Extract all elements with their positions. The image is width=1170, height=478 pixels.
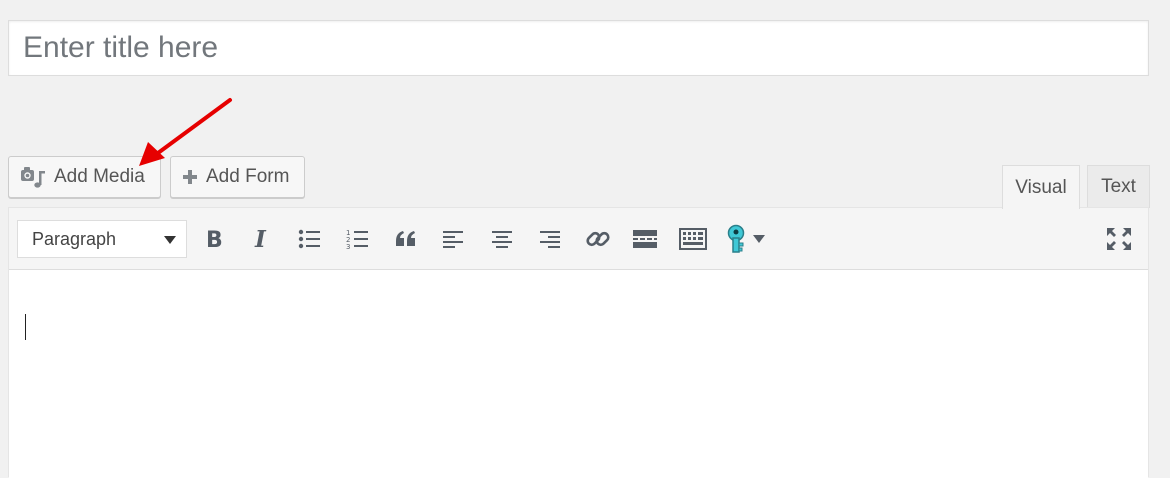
tab-text[interactable]: Text bbox=[1087, 165, 1150, 208]
title-field-wrapper bbox=[8, 20, 1149, 76]
numbered-list-icon: 1 2 3 bbox=[346, 229, 368, 250]
post-title-input[interactable] bbox=[9, 21, 1148, 75]
svg-text:I: I bbox=[254, 228, 267, 250]
add-form-button[interactable]: Add Form bbox=[170, 156, 305, 198]
add-media-icon bbox=[21, 167, 45, 188]
italic-icon: I bbox=[254, 228, 267, 250]
dropdown-arrow-icon bbox=[753, 235, 765, 243]
format-select-value: Paragraph bbox=[32, 228, 117, 249]
tab-visual-label: Visual bbox=[1015, 176, 1067, 198]
read-more-button[interactable] bbox=[628, 222, 662, 256]
numbered-list-button[interactable]: 1 2 3 bbox=[341, 222, 375, 256]
editor: Paragraph B I 1 2 3 bbox=[8, 207, 1149, 478]
add-media-label: Add Media bbox=[54, 166, 145, 187]
editor-content-area[interactable] bbox=[9, 270, 1148, 478]
link-icon bbox=[586, 231, 610, 247]
add-media-button[interactable]: Add Media bbox=[8, 156, 161, 198]
italic-button[interactable]: I bbox=[244, 222, 278, 256]
align-center-icon bbox=[492, 231, 512, 248]
read-more-icon bbox=[633, 230, 657, 248]
chevron-down-icon bbox=[164, 236, 176, 244]
plus-icon bbox=[183, 170, 197, 184]
align-left-icon bbox=[443, 231, 463, 248]
blockquote-button[interactable] bbox=[389, 222, 423, 256]
key-plugin-button[interactable] bbox=[725, 222, 777, 256]
align-left-button[interactable] bbox=[437, 222, 471, 256]
align-right-icon bbox=[540, 231, 560, 248]
bullet-list-icon bbox=[298, 229, 320, 249]
format-select[interactable]: Paragraph bbox=[17, 220, 187, 258]
blockquote-icon bbox=[396, 231, 415, 246]
svg-text:3: 3 bbox=[346, 243, 350, 250]
add-form-label: Add Form bbox=[206, 166, 290, 187]
bullet-list-button[interactable] bbox=[293, 222, 327, 256]
bold-button[interactable]: B bbox=[196, 222, 230, 256]
toolbar-toggle-button[interactable] bbox=[676, 222, 710, 256]
align-center-button[interactable] bbox=[485, 222, 519, 256]
bold-icon: B bbox=[206, 228, 223, 250]
tab-visual[interactable]: Visual bbox=[1002, 165, 1080, 209]
fullscreen-button[interactable] bbox=[1102, 222, 1136, 256]
fullscreen-icon bbox=[1107, 228, 1131, 250]
insert-link-button[interactable] bbox=[581, 222, 615, 256]
key-icon bbox=[727, 224, 745, 253]
toolbar-toggle-icon bbox=[679, 228, 707, 250]
tab-text-label: Text bbox=[1101, 176, 1136, 197]
editor-toolbar: Paragraph B I 1 2 3 bbox=[9, 208, 1148, 270]
text-cursor bbox=[25, 314, 26, 340]
svg-text:B: B bbox=[206, 228, 223, 250]
align-right-button[interactable] bbox=[532, 222, 566, 256]
